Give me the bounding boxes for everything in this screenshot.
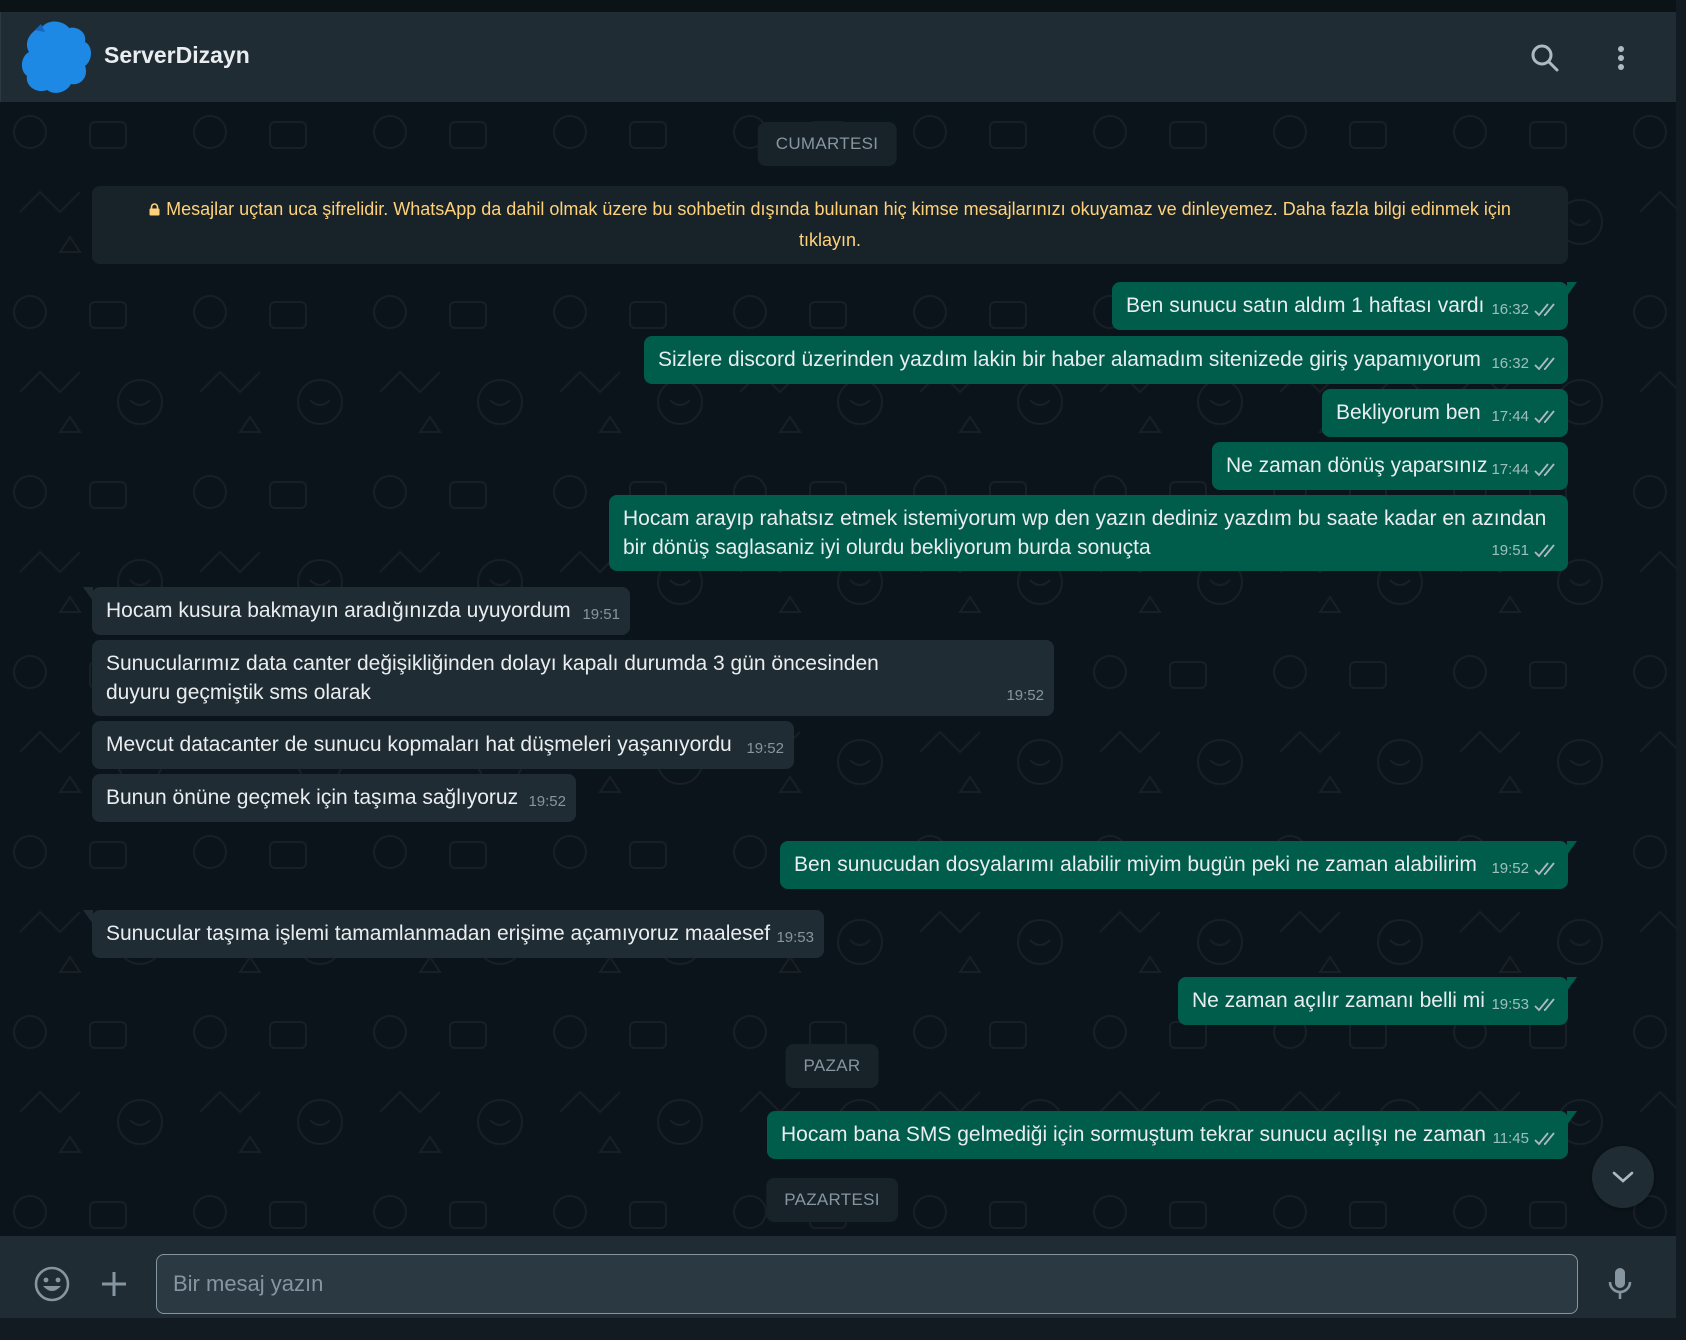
- message-time: 19:52: [746, 740, 784, 757]
- day-separator: PAZAR: [785, 1044, 879, 1088]
- message-time: 19:51: [1491, 542, 1529, 559]
- message-outgoing[interactable]: Hocam bana SMS gelmediği için sormuştum …: [767, 1111, 1577, 1159]
- message-text: Hocam arayıp rahatsız etmek istemiyorum …: [623, 507, 1547, 559]
- message-text: Ne zaman açılır zamanı belli mi: [1192, 989, 1485, 1012]
- microphone-icon[interactable]: [1598, 1262, 1642, 1306]
- message-text: Ben sunucu satın aldım 1 haftası vardı: [1126, 294, 1485, 317]
- message-time: 17:44: [1491, 408, 1529, 425]
- double-check-icon: [1534, 356, 1555, 370]
- message-time: 11:45: [1492, 1130, 1529, 1147]
- scroll-to-bottom-button[interactable]: [1592, 1146, 1654, 1208]
- message-text: Bunun önüne geçmek için taşıma sağlıyoru…: [106, 786, 519, 809]
- message-text: Hocam kusura bakmayın aradığınızda uyuyo…: [106, 599, 571, 622]
- message-incoming[interactable]: Mevcut datacanter de sunucu kopmaları ha…: [92, 721, 794, 769]
- message-text: Sunucularımız data canter değişikliğinde…: [106, 652, 879, 704]
- message-outgoing[interactable]: Sizlere discord üzerinden yazdım lakin b…: [644, 336, 1568, 384]
- day-separator: CUMARTESI: [757, 122, 897, 166]
- message-incoming[interactable]: Sunucularımız data canter değişikliğinde…: [92, 640, 1054, 716]
- message-time: 17:44: [1491, 461, 1529, 478]
- day-separator: PAZARTESI: [766, 1178, 898, 1222]
- message-outgoing[interactable]: Ben sunucudan dosyalarımı alabilir miyim…: [780, 841, 1577, 889]
- double-check-icon: [1534, 861, 1555, 875]
- message-incoming[interactable]: Sunucular taşıma işlemi tamamlanmadan er…: [83, 910, 824, 958]
- message-text: Hocam bana SMS gelmediği için sormuştum …: [781, 1123, 1486, 1146]
- encryption-notice[interactable]: Mesajlar uçtan uca şifrelidir. WhatsApp …: [92, 186, 1568, 264]
- message-outgoing[interactable]: Hocam arayıp rahatsız etmek istemiyorum …: [609, 495, 1568, 571]
- plus-icon[interactable]: [92, 1262, 136, 1306]
- message-time: 19:52: [1491, 860, 1529, 877]
- message-outgoing[interactable]: Bekliyorum ben 17:44: [1322, 389, 1568, 437]
- message-outgoing[interactable]: Ben sunucu satın aldım 1 haftası vardı 1…: [1112, 282, 1577, 330]
- double-check-icon: [1534, 409, 1555, 423]
- message-incoming[interactable]: Hocam kusura bakmayın aradığınızda uyuyo…: [83, 587, 630, 635]
- message-outgoing[interactable]: Ne zaman dönüş yaparsınız 17:44: [1212, 442, 1568, 490]
- message-time: 19:52: [528, 793, 566, 810]
- encryption-notice-text: Mesajlar uçtan uca şifrelidir. WhatsApp …: [166, 199, 1511, 250]
- message-list[interactable]: CUMARTESI Mesajlar uçtan uca şifrelidir.…: [0, 102, 1676, 1236]
- message-composer: [0, 1236, 1676, 1330]
- double-check-icon: [1534, 1131, 1555, 1145]
- message-incoming[interactable]: Bunun önüne geçmek için taşıma sağlıyoru…: [92, 774, 576, 822]
- message-text: Bekliyorum ben: [1336, 401, 1481, 424]
- message-text: Sunucular taşıma işlemi tamamlanmadan er…: [106, 922, 771, 945]
- double-check-icon: [1534, 997, 1555, 1011]
- message-time: 16:32: [1491, 301, 1529, 318]
- contact-avatar[interactable]: [21, 20, 93, 96]
- double-check-icon: [1534, 462, 1555, 476]
- message-text: Mevcut datacanter de sunucu kopmaları ha…: [106, 733, 732, 756]
- contact-name[interactable]: ServerDizayn: [104, 42, 250, 69]
- chevron-down-icon: [1612, 1171, 1634, 1183]
- emoji-icon[interactable]: [30, 1262, 74, 1306]
- double-check-icon: [1534, 543, 1555, 557]
- message-text: Ben sunucudan dosyalarımı alabilir miyim…: [794, 853, 1477, 876]
- whatsapp-chat-window: ServerDizayn CUMARTESI Mesajlar uçtan uc…: [0, 12, 1677, 1330]
- menu-dots-icon[interactable]: [1603, 40, 1639, 76]
- lock-icon: [149, 203, 160, 216]
- message-input[interactable]: [156, 1254, 1578, 1314]
- message-outgoing[interactable]: Ne zaman açılır zamanı belli mi 19:53: [1178, 977, 1577, 1025]
- message-time: 19:53: [776, 929, 814, 946]
- search-icon[interactable]: [1527, 40, 1563, 76]
- message-time: 19:51: [582, 606, 620, 623]
- window-edge-bottom: [0, 1318, 1686, 1340]
- window-edge: [1676, 0, 1686, 1340]
- message-time: 16:32: [1491, 355, 1529, 372]
- message-time: 19:53: [1491, 996, 1529, 1013]
- message-text: Ne zaman dönüş yaparsınız: [1226, 454, 1488, 477]
- double-check-icon: [1534, 302, 1555, 316]
- message-text: Sizlere discord üzerinden yazdım lakin b…: [658, 348, 1481, 371]
- message-time: 19:52: [1006, 687, 1044, 704]
- chat-header: ServerDizayn: [0, 12, 1677, 102]
